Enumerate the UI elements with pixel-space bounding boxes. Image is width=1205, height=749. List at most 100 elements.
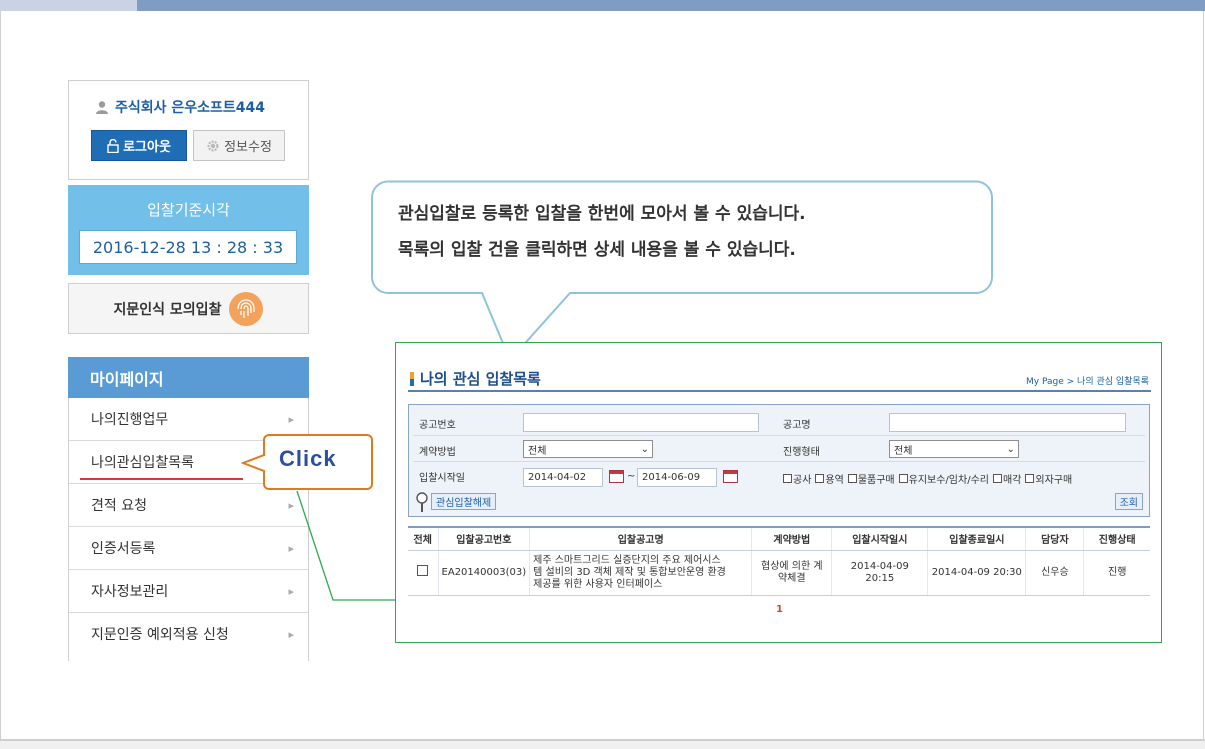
user-name-row: 주식회사 은우소프트444 [95, 97, 265, 117]
highlight-underline [80, 478, 243, 480]
row-contract-method: 협상에 의한 계 약체결 [751, 550, 832, 596]
menu-item-label: 나의관심입찰목록 [91, 455, 195, 471]
progress-type-value: 전체 [894, 445, 913, 457]
date-separator: ~ [627, 471, 636, 482]
checkbox-sale[interactable]: 매각 [992, 471, 1021, 486]
checkbox-service[interactable]: 용역 [815, 471, 844, 486]
notice-no-label: 공고번호 [419, 420, 456, 431]
logout-button[interactable]: 로그아웃 [91, 130, 187, 161]
progress-type-label: 진행형태 [783, 447, 820, 458]
header-start-datetime: 입찰시작일시 [831, 526, 928, 551]
interest-bid-list-panel: 나의 관심 입찰목록 My Page > 나의 관심 입찰목록 공고번호 공고명… [395, 342, 1162, 643]
frame-right-border [1203, 11, 1204, 741]
menu-item-company-info[interactable]: 자사정보관리 ▸ [69, 570, 308, 613]
header-end-datetime: 입찰종료일시 [927, 526, 1026, 551]
header-status: 진행상태 [1083, 526, 1150, 551]
row-method-line: 협상에 의한 계 [761, 560, 823, 572]
chevron-down-icon: ⌄ [1006, 443, 1015, 455]
row-notice-name-line: 템 설비의 3D 객체 제작 및 통합보안운영 환경 [533, 566, 726, 578]
header-manager: 담당자 [1025, 526, 1084, 551]
click-callout: Click [241, 433, 373, 491]
menu-item-label: 자사정보관리 [91, 584, 169, 600]
contract-method-label: 계약방법 [419, 447, 456, 458]
checkbox-goods[interactable]: 물품구매 [847, 471, 895, 486]
chevron-right-icon: ▸ [288, 412, 294, 426]
user-name: 주식회사 은우소프트444 [115, 100, 266, 116]
header-all[interactable]: 전체 [408, 526, 439, 551]
unregister-interest-button[interactable]: 관심입찰해제 [431, 493, 497, 510]
search-row-date: 입찰시작일 2014-04-02 ~ 2014-06-09 공사 용역 물품구매… [413, 461, 1145, 489]
frame-left-border [0, 11, 1, 741]
row-checkbox[interactable] [417, 565, 429, 576]
calendar-icon[interactable] [723, 470, 738, 483]
table-header-row: 전체 입찰공고번호 입찰공고명 계약방법 입찰시작일시 입찰종료일시 담당자 진… [408, 526, 1150, 551]
mypage-menu-header: 마이페이지 [68, 357, 309, 398]
search-form: 공고번호 공고명 계약방법 전체 ⌄ 진행형태 전체 ⌄ 입찰시작일 2014-… [408, 404, 1150, 517]
notice-name-input[interactable] [889, 413, 1126, 432]
bid-time-value: 2016-12-28 13 : 28 : 33 [79, 230, 297, 264]
bid-type-checkboxes: 공사 용역 물품구매 유지보수/임차/수리 매각 외자구매 [783, 471, 1072, 486]
row-checkbox-cell [408, 550, 439, 596]
calendar-icon[interactable] [609, 470, 624, 483]
top-bar [137, 0, 1205, 11]
info-line-2: 목록의 입찰 건을 클릭하면 상세 내용을 볼 수 있습니다. [398, 240, 796, 260]
logout-label: 로그아웃 [123, 140, 171, 155]
top-bar-accent [0, 0, 137, 11]
notice-no-input[interactable] [523, 413, 759, 432]
row-manager: 신우승 [1025, 550, 1084, 596]
contract-method-select[interactable]: 전체 ⌄ [523, 440, 653, 458]
checkbox-foreign[interactable]: 외자구매 [1025, 471, 1072, 486]
contract-method-value: 전체 [528, 445, 547, 457]
row-notice-name[interactable]: 제주 스마트그리드 실증단지의 주요 제어시스 템 설비의 3D 객체 제작 및… [529, 550, 752, 596]
header-notice-name: 입찰공고명 [529, 526, 752, 551]
fingerprint-label: 지문인식 모의입찰 [113, 301, 222, 318]
search-row-notice: 공고번호 공고명 [413, 409, 1145, 435]
menu-item-label: 나의진행업무 [91, 412, 169, 428]
row-status: 진행 [1083, 550, 1150, 596]
search-row-method: 계약방법 전체 ⌄ 진행형태 전체 ⌄ [413, 435, 1145, 461]
user-icon [96, 101, 108, 114]
gear-icon [207, 139, 219, 152]
chevron-down-icon: ⌄ [640, 443, 649, 455]
page-title-text: 나의 관심 입찰목록 [420, 370, 541, 388]
date-to-input[interactable]: 2014-06-09 [637, 468, 717, 487]
progress-type-select[interactable]: 전체 ⌄ [889, 440, 1019, 458]
title-divider [408, 390, 1151, 392]
chevron-right-icon: ▸ [288, 498, 294, 512]
bid-time-title: 입찰기준시각 [147, 201, 230, 219]
edit-info-label: 정보수정 [224, 140, 272, 155]
row-notice-name-line: 제주 스마트그리드 실증단지의 주요 제어시스 [533, 554, 721, 566]
pagination-current-page[interactable]: 1 [396, 604, 1163, 615]
header-notice-no: 입찰공고번호 [437, 526, 530, 551]
menu-item-fingerprint-exception[interactable]: 지문인증 예외적용 신청 ▸ [69, 613, 308, 656]
bid-list-table: 전체 입찰공고번호 입찰공고명 계약방법 입찰시작일시 입찰종료일시 담당자 진… [408, 526, 1150, 596]
row-notice-no[interactable]: EA20140003(03) [437, 550, 530, 596]
checkbox-construction[interactable]: 공사 [783, 471, 811, 486]
bid-time-box: 입찰기준시각 2016-12-28 13 : 28 : 33 [68, 185, 309, 275]
chevron-right-icon: ▸ [288, 627, 294, 641]
row-end-datetime: 2014-04-09 20:30 [927, 550, 1026, 596]
menu-item-label: 인증서등록 [91, 541, 156, 557]
date-from-input[interactable]: 2014-04-02 [523, 468, 603, 487]
title-marker-icon [410, 371, 414, 386]
table-row[interactable]: EA20140003(03) 제주 스마트그리드 실증단지의 주요 제어시스 템… [408, 550, 1150, 596]
fingerprint-mock-bid-button[interactable]: 지문인식 모의입찰 [68, 283, 309, 334]
checkbox-maintenance[interactable]: 유지보수/임차/수리 [898, 471, 989, 486]
chevron-right-icon: ▸ [288, 584, 294, 598]
magnifier-icon [416, 492, 428, 512]
menu-item-certificate[interactable]: 인증서등록 ▸ [69, 527, 308, 570]
row-method-line: 약체결 [777, 572, 806, 584]
edit-info-button[interactable]: 정보수정 [193, 130, 285, 161]
fingerprint-icon [229, 291, 264, 326]
search-button[interactable]: 조회 [1114, 493, 1143, 510]
row-notice-name-line: 제공를 위한 사용자 인터페이스 [533, 578, 663, 590]
menu-item-label: 견적 요청 [91, 498, 147, 514]
row-start-datetime: 2014-04-09 20:15 [831, 550, 928, 596]
click-label: Click [279, 446, 337, 471]
info-line-1: 관심입찰로 등록한 입찰을 한번에 모아서 볼 수 있습니다. [398, 204, 806, 224]
menu-item-label: 지문인증 예외적용 신청 [91, 627, 229, 643]
header-contract-method: 계약방법 [751, 526, 832, 551]
breadcrumb[interactable]: My Page > 나의 관심 입찰목록 [1026, 374, 1149, 387]
chevron-right-icon: ▸ [288, 541, 294, 555]
info-speech-bubble: 관심입찰로 등록한 입찰을 한번에 모아서 볼 수 있습니다. 목록의 입찰 건… [370, 180, 994, 364]
